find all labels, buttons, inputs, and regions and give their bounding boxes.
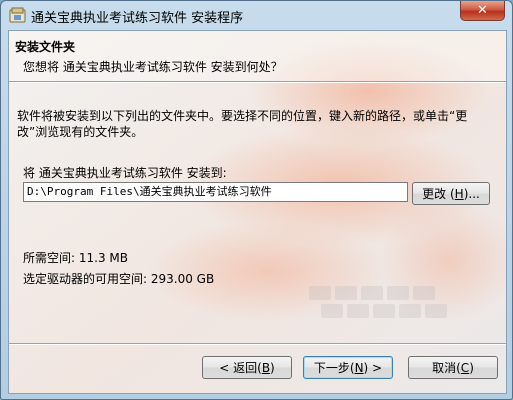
header-divider — [9, 81, 506, 83]
next-button-label: 下一步( — [313, 361, 355, 375]
close-icon: ✕ — [477, 3, 488, 18]
page-title: 安装文件夹 — [15, 40, 76, 54]
cancel-button-label: 取消( — [432, 361, 461, 375]
next-button-hotkey: N — [354, 360, 364, 375]
dialog-client-area: 安装文件夹 您想将 通关宝典执业考试练习软件 安装到何处？ 软件将被安装到以下列… — [8, 30, 507, 394]
cancel-button-suffix: ) — [469, 360, 474, 375]
next-button-suffix: ) > — [363, 360, 383, 375]
keyboard-hands-background-image — [9, 31, 506, 393]
installer-window: 通关宝典执业考试练习软件 安装程序 ✕ 安装文件夹 您想将 通关宝典执业考试练习… — [0, 0, 513, 400]
space-required-text: 所需空间: 11.3 MB — [23, 251, 128, 265]
install-description: 软件将被安装到以下列出的文件夹中。要选择不同的位置，键入新的路径，或单击“更改”… — [17, 109, 468, 139]
cancel-button-hotkey: C — [460, 360, 470, 375]
window-title: 通关宝典执业考试练习软件 安装程序 — [31, 11, 244, 26]
title-bar[interactable]: 通关宝典执业考试练习软件 安装程序 ✕ — [1, 1, 512, 30]
installer-app-icon — [9, 7, 26, 23]
browse-button[interactable]: 更改 (H)... — [412, 182, 490, 205]
space-available-text: 选定驱动器的可用空间: 293.00 GB — [23, 272, 215, 286]
next-button[interactable]: 下一步(N) > — [303, 356, 393, 379]
close-button[interactable]: ✕ — [460, 1, 505, 21]
browse-button-hotkey: H — [454, 186, 464, 201]
footer-divider — [9, 343, 506, 345]
cancel-button[interactable]: 取消(C) — [408, 356, 498, 379]
destination-label: 将 通关宝典执业考试练习软件 安装到: — [23, 166, 227, 180]
back-button-label: < 返回( — [219, 361, 262, 375]
back-button-suffix: ) — [270, 360, 275, 375]
browse-button-suffix: )... — [463, 186, 480, 201]
destination-path-input[interactable]: D:\Program Files\通关宝典执业考试练习软件 — [23, 182, 408, 202]
page-subtitle: 您想将 通关宝典执业考试练习软件 安装到何处？ — [23, 60, 283, 74]
back-button[interactable]: < 返回(B) — [202, 356, 292, 379]
browse-button-label: 更改 ( — [422, 187, 455, 201]
back-button-hotkey: B — [261, 360, 271, 375]
